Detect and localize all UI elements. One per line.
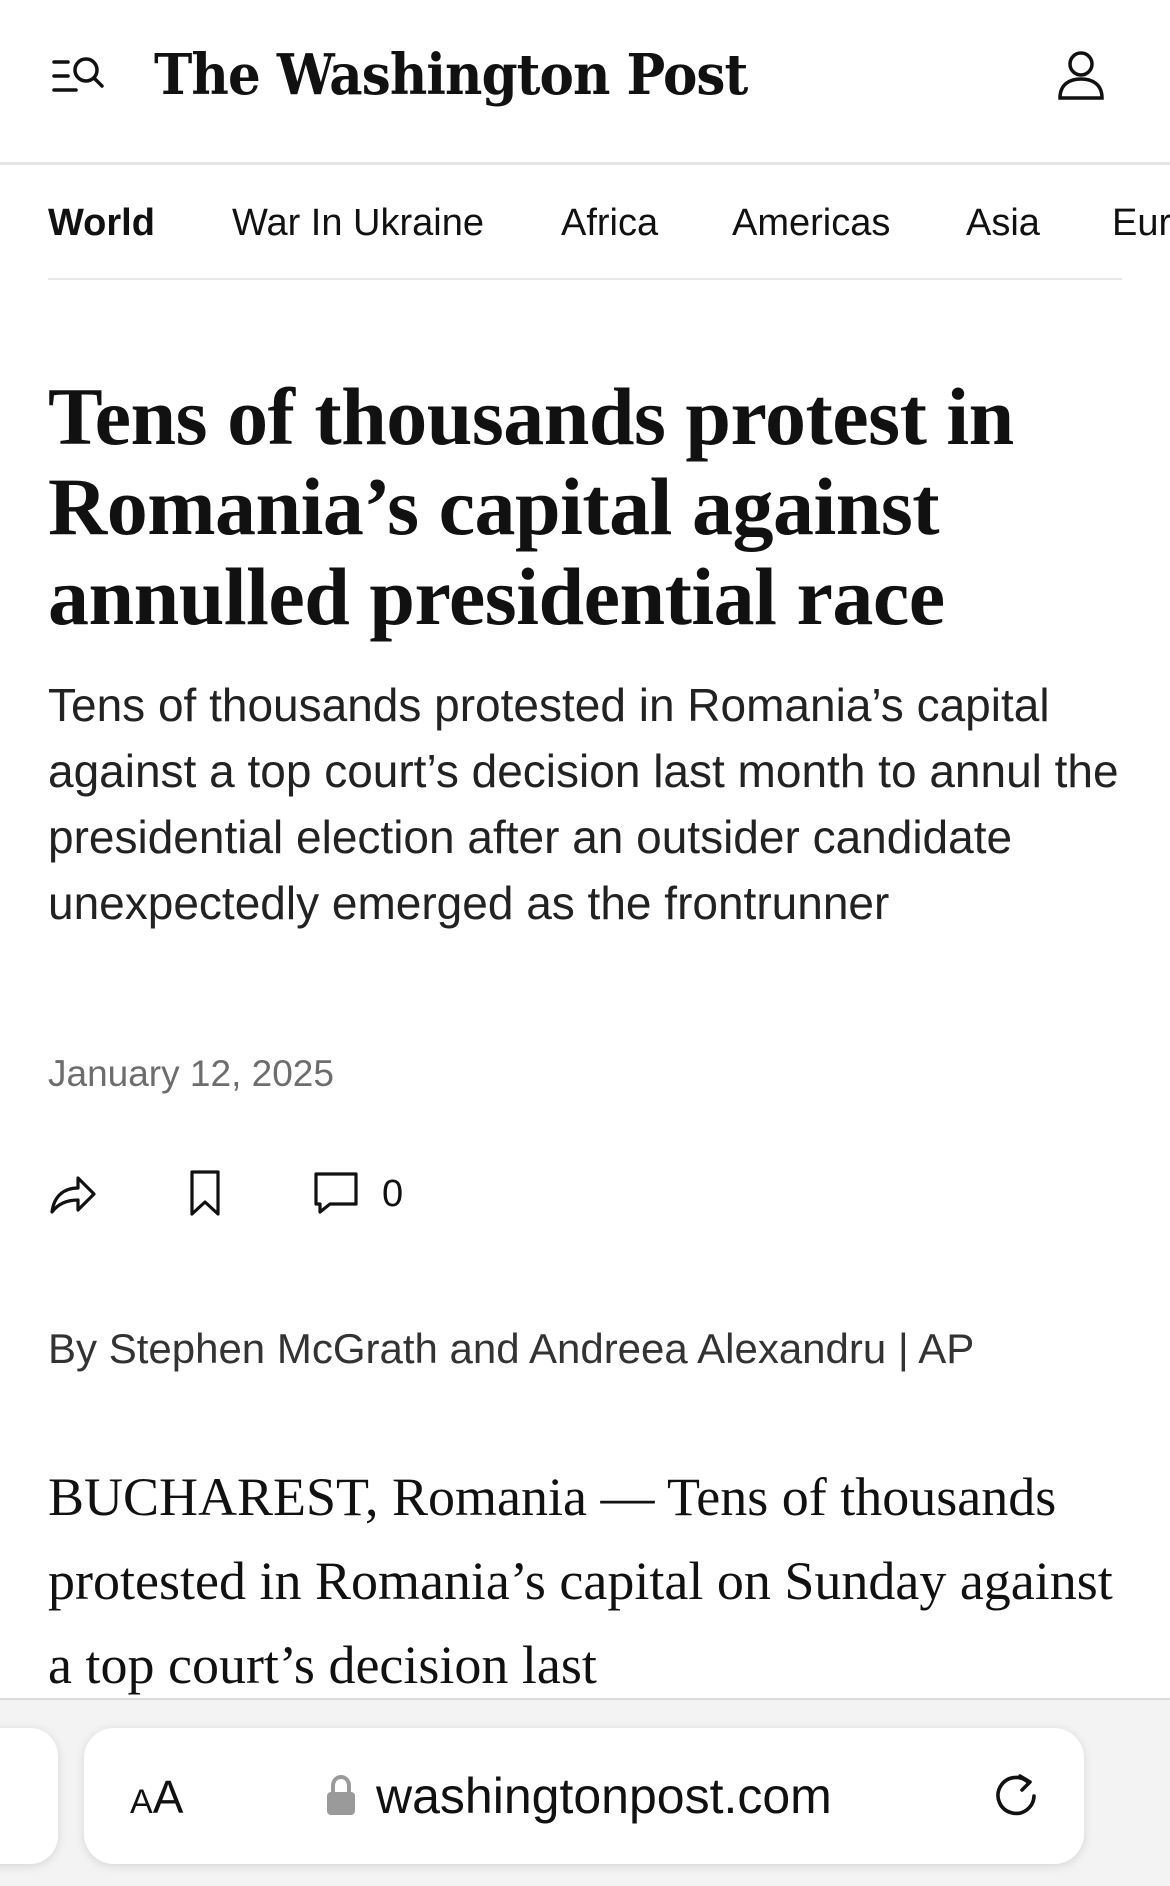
nav-item-world[interactable]: World [48, 199, 155, 247]
site-logo[interactable]: The Washington Post [154, 30, 748, 120]
nav-item-europe[interactable]: Europe [1112, 199, 1170, 247]
url-text[interactable]: washingtonpost.com [376, 1766, 832, 1826]
aa-small-label: A [130, 1783, 153, 1821]
nav-item-asia[interactable]: Asia [966, 199, 1040, 247]
lock-icon [324, 1774, 358, 1818]
nav-item-americas[interactable]: Americas [732, 199, 890, 247]
site-header: The Washington Post [0, 0, 1170, 165]
text-size-button[interactable]: AA [130, 1772, 183, 1827]
section-nav: World War In Ukraine Africa Americas Asi… [0, 165, 1170, 280]
byline-separator: | [886, 1325, 919, 1372]
byline-agency: AP [918, 1325, 975, 1372]
article-headline: Tens of thousands protest in Romania’s c… [48, 371, 1014, 642]
author-link[interactable]: Stephen McGrath [109, 1325, 438, 1372]
comment-icon[interactable] [312, 1168, 362, 1218]
article-actions: 0 [48, 1168, 548, 1228]
article-date: January 12, 2025 [48, 1053, 334, 1094]
reload-icon[interactable] [990, 1770, 1042, 1822]
address-bar[interactable]: AA washingtonpost.com [84, 1728, 1084, 1864]
nav-divider [48, 278, 1122, 280]
comment-count[interactable]: 0 [382, 1170, 403, 1218]
byline-and: and [437, 1325, 529, 1372]
nav-item-war-in-ukraine[interactable]: War In Ukraine [232, 199, 484, 247]
previous-tab-pill[interactable] [0, 1728, 58, 1864]
article-dek: Tens of thousands protested in Romania’s… [48, 679, 1119, 929]
share-icon[interactable] [48, 1168, 98, 1218]
article-body-paragraph: BUCHAREST, Romania — Tens of thousands p… [48, 1467, 1113, 1695]
bookmark-icon[interactable] [180, 1168, 230, 1218]
byline: By Stephen McGrath and Andreea Alexandru… [48, 1322, 974, 1376]
user-icon[interactable] [1054, 48, 1108, 102]
menu-search-icon[interactable] [50, 52, 106, 100]
aa-large-label: A [152, 1771, 184, 1823]
byline-prefix: By [48, 1325, 109, 1372]
author-link[interactable]: Andreea Alexandru [529, 1325, 886, 1372]
browser-toolbar: AA washingtonpost.com [0, 1698, 1170, 1886]
nav-item-africa[interactable]: Africa [561, 199, 658, 247]
